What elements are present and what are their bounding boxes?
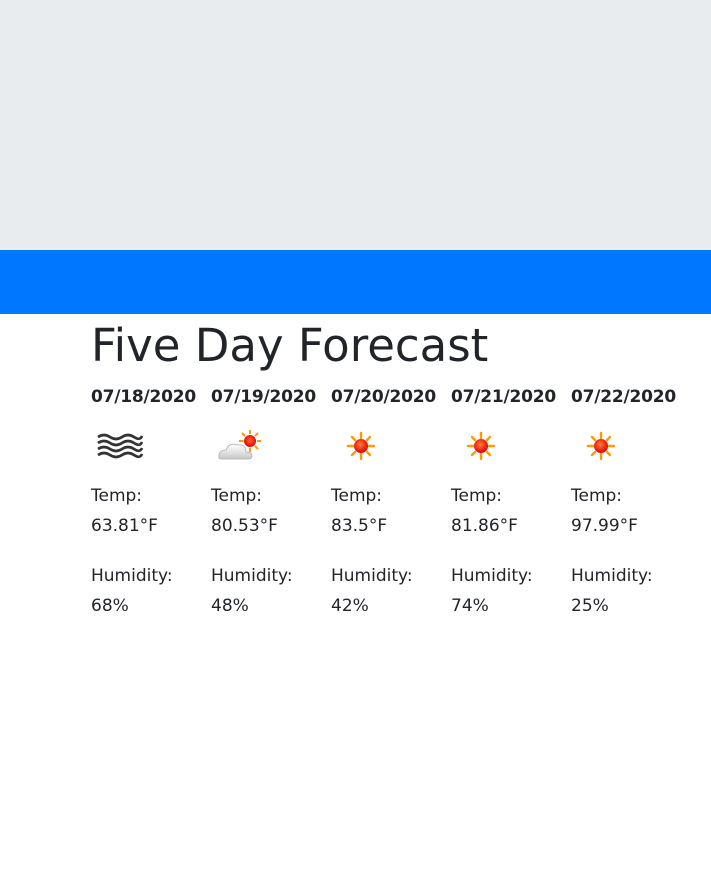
accent-bar <box>0 250 711 314</box>
humidity-label: Humidity: <box>91 566 173 586</box>
humidity-value: 74% <box>451 596 489 616</box>
temp-label: Temp: <box>571 486 623 506</box>
humidity-label: Humidity: <box>451 566 533 586</box>
humidity-value: 48% <box>211 596 249 616</box>
forecast-date: 07/19/2020 <box>211 387 317 407</box>
temp-value: 81.86°F <box>451 516 518 536</box>
temp-label: Temp: <box>331 486 383 506</box>
temp-value: 63.81°F <box>91 516 158 536</box>
forecast-date: 07/20/2020 <box>331 387 437 407</box>
partly-cloudy-icon <box>218 430 261 460</box>
sun-icon <box>466 431 496 461</box>
jumbotron-banner <box>0 0 711 250</box>
sun-icon <box>346 431 376 461</box>
temp-value: 97.99°F <box>571 516 638 536</box>
forecast-date: 07/22/2020 <box>571 387 677 407</box>
humidity-label: Humidity: <box>571 566 653 586</box>
humidity-value: 68% <box>91 596 129 616</box>
forecast-date: 07/21/2020 <box>451 387 557 407</box>
temp-label: Temp: <box>91 486 143 506</box>
sun-icon <box>586 431 616 461</box>
temp-label: Temp: <box>211 486 263 506</box>
humidity-label: Humidity: <box>211 566 293 586</box>
temp-value: 80.53°F <box>211 516 278 536</box>
forecast-date: 07/18/2020 <box>91 387 197 407</box>
humidity-label: Humidity: <box>331 566 413 586</box>
temp-value: 83.5°F <box>331 516 388 536</box>
humidity-value: 25% <box>571 596 609 616</box>
mist-icon <box>97 433 143 459</box>
page-title: Five Day Forecast <box>91 319 489 372</box>
humidity-value: 42% <box>331 596 369 616</box>
temp-label: Temp: <box>451 486 503 506</box>
